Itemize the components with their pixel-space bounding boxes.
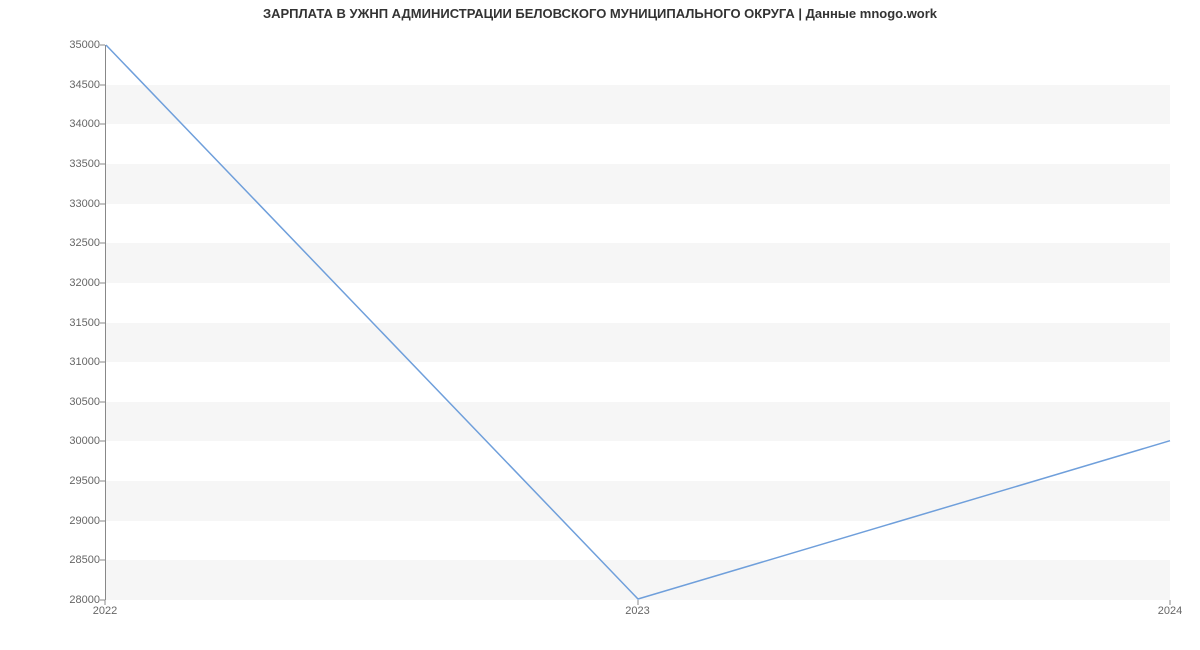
y-tick-mark — [100, 163, 105, 164]
y-tick-mark — [100, 124, 105, 125]
y-tick-mark — [100, 362, 105, 363]
data-line — [106, 45, 1170, 599]
x-tick-label: 2024 — [1158, 605, 1182, 617]
y-tick-mark — [100, 322, 105, 323]
y-tick-label: 33500 — [50, 158, 100, 170]
y-tick-label: 34000 — [50, 118, 100, 130]
y-tick-label: 30500 — [50, 396, 100, 408]
y-tick-label: 29000 — [50, 515, 100, 527]
chart-title: ЗАРПЛАТА В УЖНП АДМИНИСТРАЦИИ БЕЛОВСКОГО… — [0, 6, 1200, 21]
y-tick-mark — [100, 203, 105, 204]
chart-container: ЗАРПЛАТА В УЖНП АДМИНИСТРАЦИИ БЕЛОВСКОГО… — [0, 0, 1200, 650]
x-tick-mark — [1170, 600, 1171, 605]
y-tick-mark — [100, 481, 105, 482]
y-tick-label: 31000 — [50, 356, 100, 368]
y-tick-mark — [100, 45, 105, 46]
x-tick-mark — [637, 600, 638, 605]
y-tick-label: 34500 — [50, 79, 100, 91]
plot-area — [105, 45, 1170, 600]
y-tick-mark — [100, 560, 105, 561]
y-tick-mark — [100, 243, 105, 244]
y-tick-label: 31500 — [50, 317, 100, 329]
y-tick-label: 30000 — [50, 435, 100, 447]
y-tick-label: 32500 — [50, 237, 100, 249]
y-tick-label: 35000 — [50, 39, 100, 51]
y-tick-mark — [100, 282, 105, 283]
x-tick-mark — [105, 600, 106, 605]
y-tick-label: 33000 — [50, 198, 100, 210]
y-tick-mark — [100, 520, 105, 521]
line-series — [106, 45, 1170, 599]
y-tick-label: 32000 — [50, 277, 100, 289]
y-tick-mark — [100, 84, 105, 85]
y-tick-label: 28500 — [50, 554, 100, 566]
y-tick-mark — [100, 401, 105, 402]
x-tick-label: 2023 — [625, 605, 649, 617]
x-tick-label: 2022 — [93, 605, 117, 617]
y-tick-mark — [100, 441, 105, 442]
y-tick-label: 29500 — [50, 475, 100, 487]
